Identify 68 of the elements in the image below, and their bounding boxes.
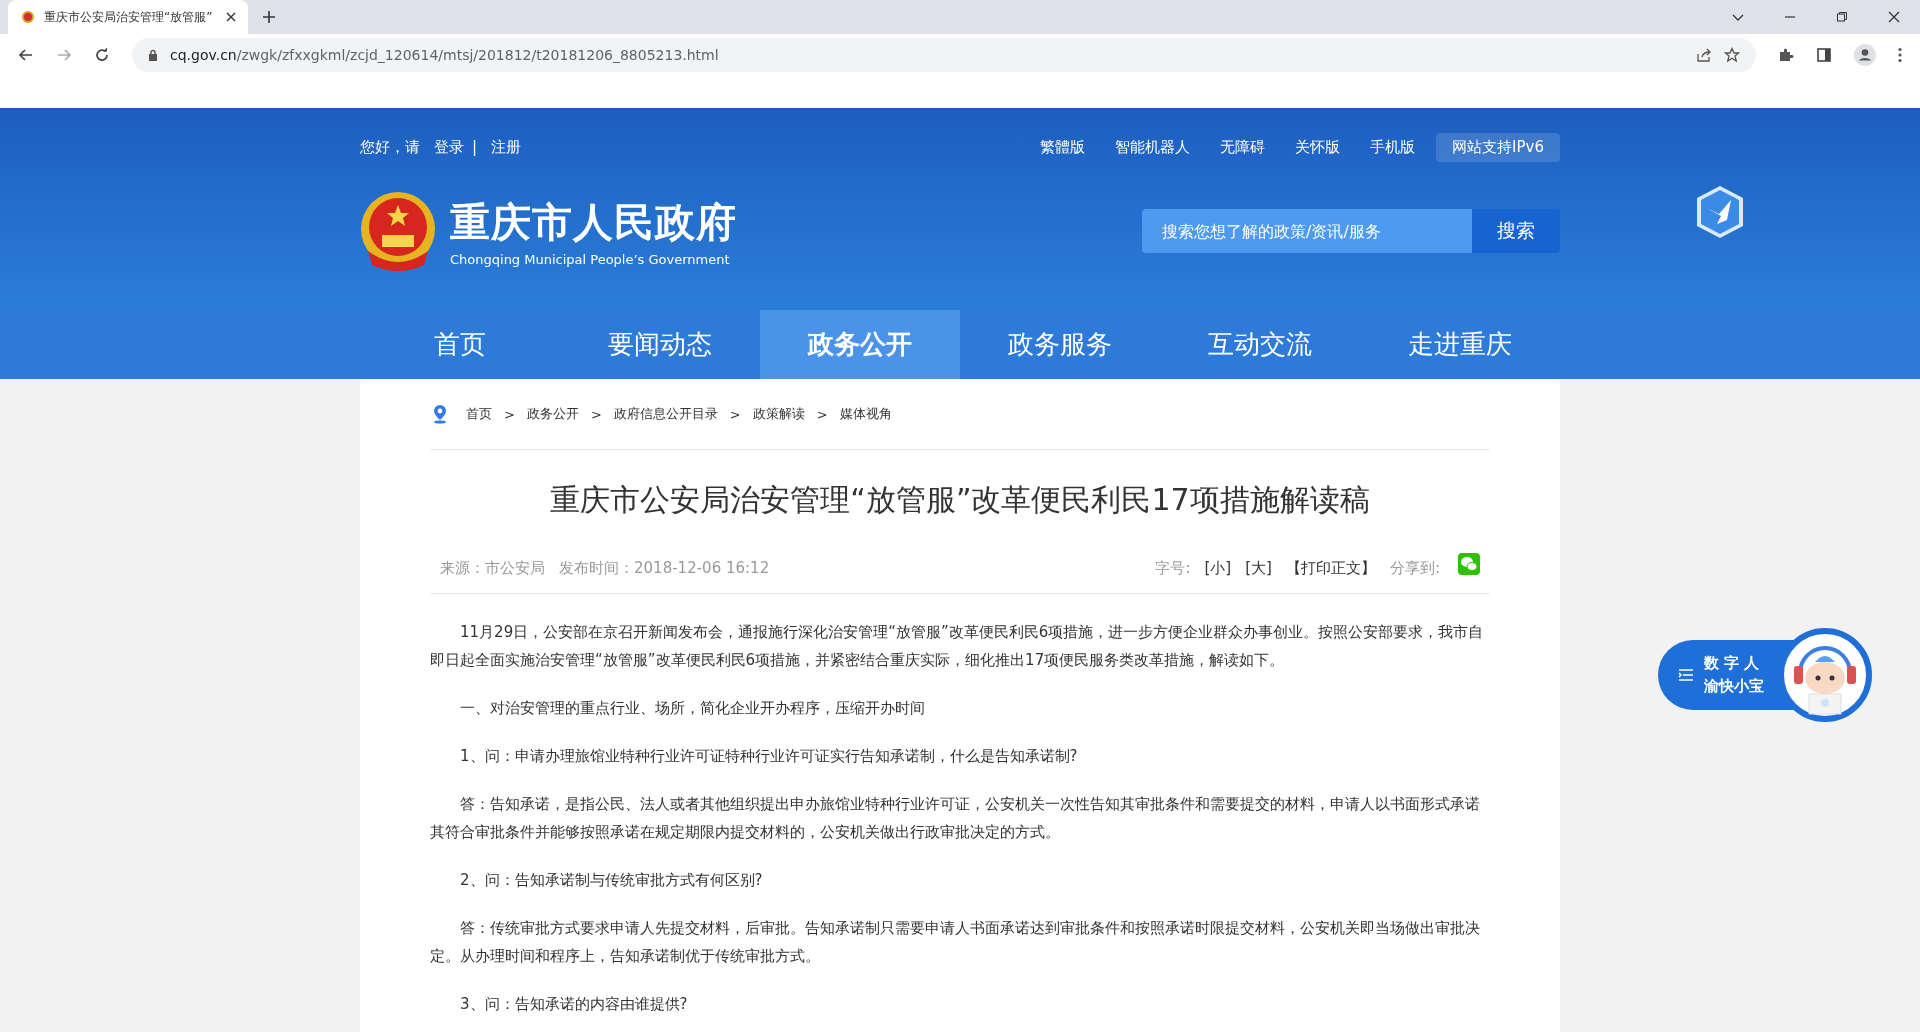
search-button[interactable]: 搜索 xyxy=(1472,209,1560,253)
top-link[interactable]: 智能机器人 xyxy=(1100,133,1206,161)
link-divider: | xyxy=(472,138,478,156)
article-paragraph: 11月29日，公安部在京召开新闻发布会，通报施行深化治安管理“放管服”改革便民利民6项措施，进一步方便企业群众办事创业。按照公安部要求，我市自即日起全面实施治安管理“放管服”改革便民利民6项措施，并紧密结合重庆实际，细化推出17项便民服务类改革措施，解读如下。 xyxy=(430,622,1485,671)
breadcrumb-link[interactable]: 媒体视角 xyxy=(839,405,892,423)
tab-title: 重庆市公安局治安管理“放管服” xyxy=(44,8,214,26)
large-font-link[interactable]: [大] xyxy=(1245,558,1272,578)
top-link[interactable]: 手机版 xyxy=(1355,133,1431,161)
breadcrumb-separator: > xyxy=(590,406,602,422)
site-subtitle: Chongqing Municipal People’s Government xyxy=(450,252,731,267)
login-link[interactable]: 登录 xyxy=(434,137,464,157)
breadcrumb-link[interactable]: 政府信息公开目录 xyxy=(613,405,718,423)
nav-tab[interactable]: 首页 xyxy=(360,310,560,379)
star-icon[interactable] xyxy=(1724,47,1740,63)
emblem-icon xyxy=(20,9,36,25)
breadcrumb-separator: > xyxy=(504,406,515,422)
share-icon[interactable] xyxy=(1696,47,1712,63)
breadcrumb-link[interactable]: 政务公开 xyxy=(526,405,579,423)
close-icon[interactable] xyxy=(226,12,236,22)
national-emblem-icon xyxy=(360,191,436,271)
side-panel-icon[interactable] xyxy=(1816,47,1832,63)
menu-icon[interactable] xyxy=(1898,47,1902,63)
publish-time: 发布时间：2018-12-06 16:12 xyxy=(559,558,770,578)
new-tab-icon[interactable] xyxy=(262,10,276,24)
profile-icon[interactable] xyxy=(1854,44,1876,66)
greeting-text: 您好，请 xyxy=(360,137,420,157)
address-bar[interactable]: cq.gov.cn/zwgk/zfxxgkml/zcjd_120614/mtsj/201812/t20181206_8805213.html xyxy=(132,38,1756,72)
top-link[interactable]: 无障碍 xyxy=(1205,133,1281,161)
shield-bird-icon[interactable] xyxy=(1695,184,1745,240)
site-title: 重庆市人民政府 xyxy=(450,198,737,247)
article-paragraph: 2、问：告知承诺制与传统审批方式有何区别? xyxy=(459,870,764,891)
assistant-name: 渝快小宝 xyxy=(1704,677,1764,696)
restore-icon[interactable] xyxy=(1836,11,1848,23)
reload-icon[interactable] xyxy=(94,47,110,63)
breadcrumb-link[interactable]: 首页 xyxy=(466,405,492,423)
print-link[interactable]: 【打印正文】 xyxy=(1285,558,1376,578)
breadcrumb-separator: > xyxy=(816,406,828,422)
nav-tab[interactable]: 走进重庆 xyxy=(1360,310,1560,379)
list-icon xyxy=(1678,668,1694,682)
article-paragraph: 答：传统审批方式要求申请人先提交材料，后审批。告知承诺制只需要申请人书面承诺达到审批条件和按照承诺时限提交材料，公安机关即当场做出审批决定。从办理时间和程序上，告知承诺制优于传统审批方式。 xyxy=(430,918,1481,967)
article-paragraph: 一、对治安管理的重点行业、场所，简化企业开办程序，压缩开办时间 xyxy=(459,698,926,719)
breadcrumb-link[interactable]: 政策解读 xyxy=(752,405,805,423)
top-link[interactable]: 关怀版 xyxy=(1280,133,1356,161)
article-paragraph: 3、问：告知承诺的内容由谁提供? xyxy=(459,994,689,1015)
nav-tab[interactable]: 政务服务 xyxy=(960,310,1160,379)
location-pin-icon xyxy=(432,404,448,424)
breadcrumb-separator: > xyxy=(729,406,741,422)
back-icon[interactable] xyxy=(18,47,34,63)
ipv6-badge[interactable]: 网站支持IPv6 xyxy=(1436,132,1560,162)
search-field[interactable]: 搜索您想了解的政策/资讯/服务 xyxy=(1142,209,1472,253)
nav-tab[interactable]: 政务公开 xyxy=(760,310,960,379)
share-label: 分享到: xyxy=(1389,558,1440,578)
close-icon[interactable] xyxy=(1888,11,1900,23)
article-paragraph: 1、问：申请办理旅馆业特种行业许可证特种行业许可证实行告知承诺制，什么是告知承诺制? xyxy=(459,746,1079,767)
font-size-label: 字号: xyxy=(1155,558,1191,578)
assistant-title: 数 字 人 xyxy=(1704,654,1761,673)
nav-tab[interactable]: 要闻动态 xyxy=(560,310,760,379)
article-paragraph: 答：告知承诺，是指公民、法人或者其他组织提出申办旅馆业特种行业许可证，公安机关一次性告知其审批条件和需要提交的材料，申请人以书面形式承诺其符合审批条件并能够按照承诺在规定期限内提交材料的，公安机关做出行政审批决定的方式。 xyxy=(430,794,1481,843)
puzzle-icon[interactable] xyxy=(1778,47,1794,63)
nav-tab[interactable]: 互动交流 xyxy=(1160,310,1360,379)
small-font-link[interactable]: [小] xyxy=(1204,558,1232,578)
lock-icon xyxy=(148,49,158,61)
source-text: 来源：市公安局 xyxy=(440,558,545,578)
register-link[interactable]: 注册 xyxy=(491,137,522,157)
browser-tab[interactable]: 重庆市公安局治安管理“放管服” xyxy=(8,0,248,34)
url-text: cq.gov.cn/zwgk/zfxxgkml/zcjd_120614/mtsj/201812/t20181206_8805213.html xyxy=(170,47,719,63)
top-link[interactable]: 繁體版 xyxy=(1025,133,1101,161)
article-title: 重庆市公安局治安管理“放管服”改革便民利民17项措施解读稿 xyxy=(549,481,1371,519)
